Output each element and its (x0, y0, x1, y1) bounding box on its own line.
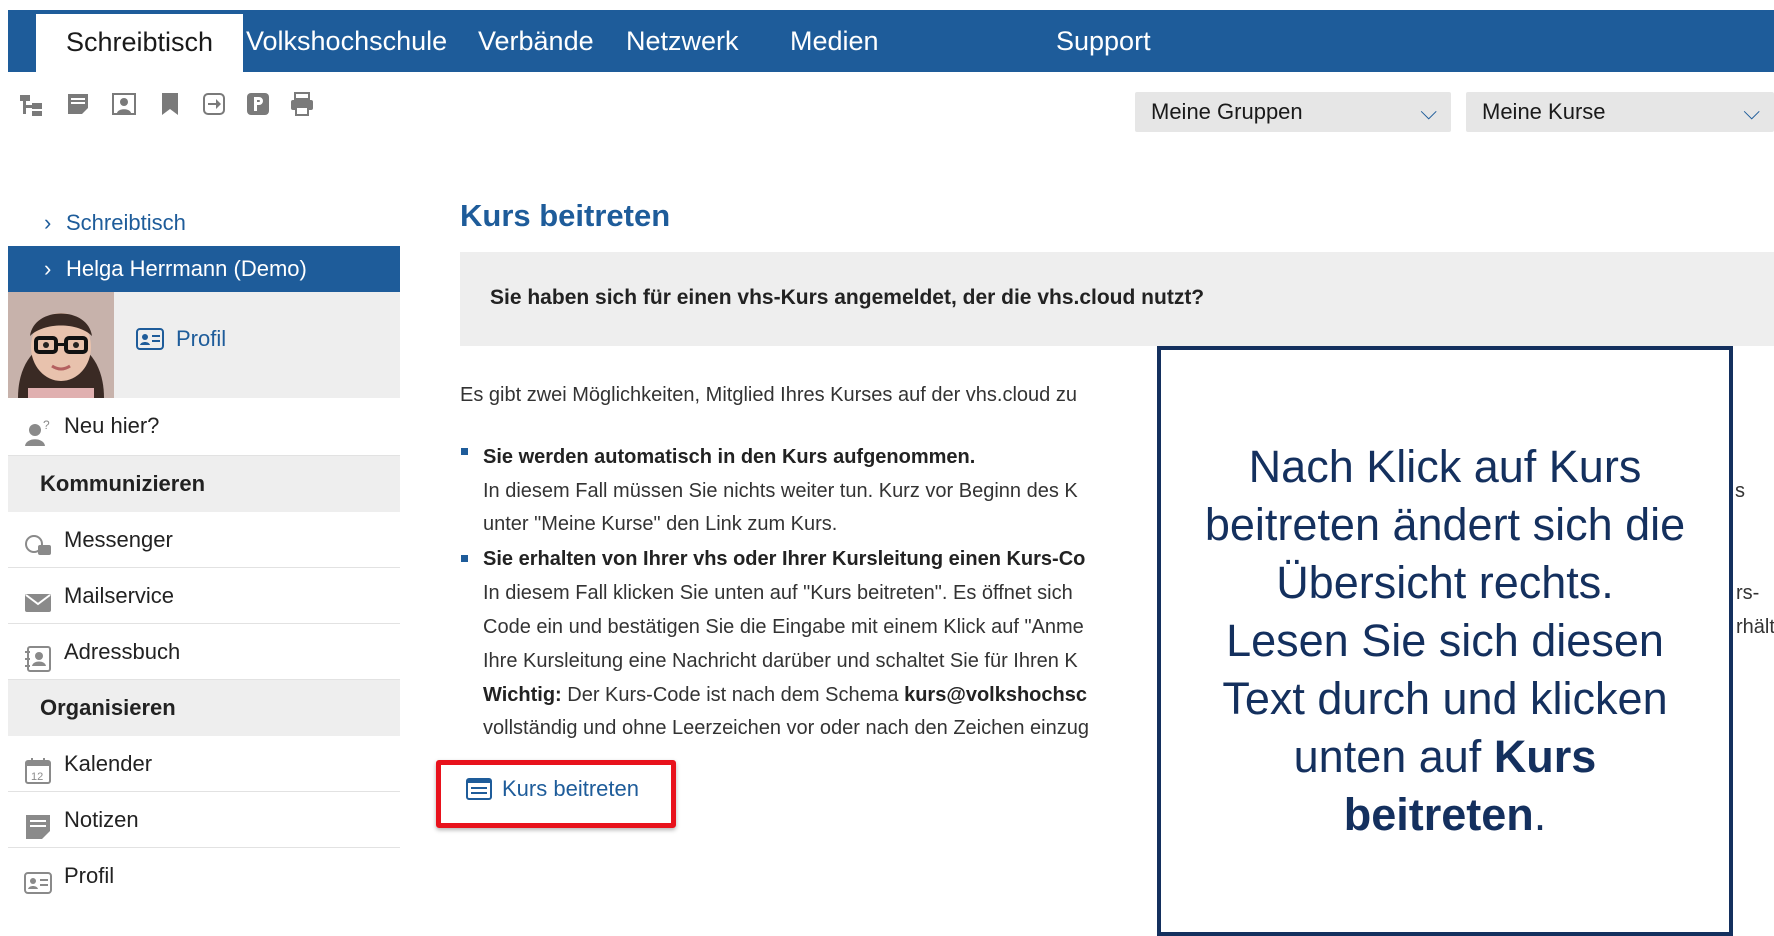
envelope-icon (24, 582, 52, 612)
chevron-right-icon: › (44, 256, 52, 281)
sign-in-icon[interactable] (200, 90, 228, 118)
option2-line2: Code ein und bestätigen Sie die Eingabe … (483, 616, 1084, 638)
avatar (8, 292, 114, 398)
sidebar-link-label: Schreibtisch (66, 210, 186, 235)
chevron-down-icon: ⌵ (1420, 99, 1437, 124)
svg-text:?: ? (43, 419, 50, 432)
option1-line1-tail: s (1735, 480, 1745, 502)
courses-select[interactable]: Meine Kurse ⌵ (1466, 92, 1774, 132)
section-heading-kommunizieren: Kommunizieren (8, 456, 400, 512)
chevron-down-icon: ⌵ (1743, 99, 1760, 124)
chat-icon (24, 526, 52, 555)
info-box: Sie haben sich für einen vhs-Kurs angeme… (460, 252, 1774, 346)
section-heading-organisieren: Organisieren (8, 680, 400, 736)
sitemap-icon[interactable] (18, 90, 46, 118)
id-card-icon (24, 862, 52, 894)
callout-line: Übersicht rechts. (1276, 557, 1614, 608)
callout-text-bold: beitreten (1343, 789, 1534, 840)
bullet-marker (461, 555, 468, 562)
id-card-icon (136, 328, 164, 350)
option2-line2-tail: rhält (1736, 616, 1774, 638)
important-label: Wichtig: (483, 684, 562, 706)
callout-line: Text durch und klicken (1222, 673, 1668, 724)
important-code: kurs@volkshochsc (904, 684, 1087, 706)
sidebar-item-mailservice[interactable]: Mailservice (8, 568, 400, 624)
sidebar-item-label: Profil (64, 863, 115, 888)
sidebar-item-profil[interactable]: Profil (8, 848, 400, 904)
profile-box: Profil (8, 292, 400, 398)
sidebar-item-label: Neu hier? (64, 413, 160, 438)
top-navigation: Schreibtisch Volkshochschule Verbände Ne… (8, 10, 1774, 72)
tab-volkshochschule[interactable]: Volkshochschule (246, 10, 447, 72)
sidebar-item-adressbuch[interactable]: Adressbuch (8, 624, 400, 680)
option2-line5: vollständig und ohne Leerzeichen vor ode… (483, 717, 1089, 739)
sidebar-item-messenger[interactable]: Messenger (8, 512, 400, 568)
instruction-callout: Nach Klick auf Kurs beitreten ändert sic… (1157, 346, 1733, 936)
user-question-icon: ? (24, 412, 52, 446)
tab-support[interactable]: Support (1056, 10, 1151, 72)
callout-line: Lesen Sie sich diesen (1226, 615, 1664, 666)
callout-text-part: unten auf (1293, 731, 1494, 782)
info-question: Sie haben sich für einen vhs-Kurs angeme… (490, 286, 1205, 309)
sidebar-item-notizen[interactable]: Notizen (8, 792, 400, 848)
callout-line: beitreten. (1171, 786, 1719, 844)
courses-select-value: Meine Kurse (1482, 99, 1606, 124)
bookmark-icon[interactable] (156, 90, 184, 118)
option2-line1-tail: rs- (1736, 582, 1760, 604)
option2-line3: Ihre Kursleitung eine Nachricht darüber … (483, 650, 1078, 672)
sidebar-link-user[interactable]: › Helga Herrmann (Demo) (8, 246, 400, 292)
option2-title: Sie erhalten von Ihrer vhs oder Ihrer Ku… (483, 548, 1086, 570)
sidebar-item-label: Mailservice (64, 583, 175, 608)
important-line: Wichtig: Der Kurs-Code ist nach dem Sche… (483, 684, 1087, 707)
option1-line2: unter "Meine Kurse" den Link zum Kurs. (483, 513, 838, 535)
callout-line: unten auf Kurs (1171, 728, 1719, 786)
calendar-day-number: 12 (31, 771, 43, 783)
callout-text: Nach Klick auf Kurs beitreten ändert sic… (1171, 438, 1719, 844)
option1-line1: In diesem Fall müssen Sie nichts weiter … (483, 480, 1078, 502)
sidebar-link-schreibtisch[interactable]: › Schreibtisch (8, 200, 400, 246)
sidebar-item-label: Adressbuch (64, 639, 181, 664)
tab-schreibtisch[interactable]: Schreibtisch (36, 14, 244, 72)
intro-text: Es gibt zwei Möglichkeiten, Mitglied Ihr… (460, 384, 1077, 406)
sidebar-item-neu-hier[interactable]: ? Neu hier? (8, 398, 400, 456)
tab-medien[interactable]: Medien (790, 10, 879, 72)
option2-line1: In diesem Fall klicken Sie unten auf "Ku… (483, 582, 1073, 604)
tab-verbaende[interactable]: Verbände (478, 10, 594, 72)
tab-netzwerk[interactable]: Netzwerk (626, 10, 739, 72)
sidebar-item-label: Notizen (64, 807, 139, 832)
groups-select[interactable]: Meine Gruppen ⌵ (1135, 92, 1451, 132)
bullet-marker (461, 448, 468, 455)
important-text: Der Kurs-Code ist nach dem Schema (561, 684, 905, 706)
callout-line: Nach Klick auf Kurs (1248, 441, 1642, 492)
address-book-icon (24, 638, 52, 672)
sidebar-link-label: Helga Herrmann (Demo) (66, 256, 307, 281)
callout-text-bold: Kurs (1493, 731, 1597, 782)
parking-icon[interactable] (244, 90, 272, 118)
sidebar-item-kalender[interactable]: 12 Kalender (8, 736, 400, 792)
calendar-icon: 12 (24, 750, 52, 784)
users-icon[interactable] (110, 90, 138, 118)
callout-text-part: . (1533, 789, 1547, 840)
chevron-right-icon: › (44, 210, 52, 235)
print-icon[interactable] (288, 90, 316, 118)
sidebar-item-label: Messenger (64, 527, 173, 552)
profile-link-label: Profil (176, 326, 227, 351)
note-icon (24, 806, 52, 839)
sidebar-item-label: Kalender (64, 751, 153, 776)
note-icon[interactable] (64, 90, 92, 118)
page-title: Kurs beitreten (460, 198, 671, 233)
callout-line: beitreten ändert sich die (1204, 499, 1686, 550)
highlight-box (436, 760, 676, 828)
option1-title: Sie werden automatisch in den Kurs aufge… (483, 446, 976, 468)
groups-select-value: Meine Gruppen (1151, 99, 1303, 124)
